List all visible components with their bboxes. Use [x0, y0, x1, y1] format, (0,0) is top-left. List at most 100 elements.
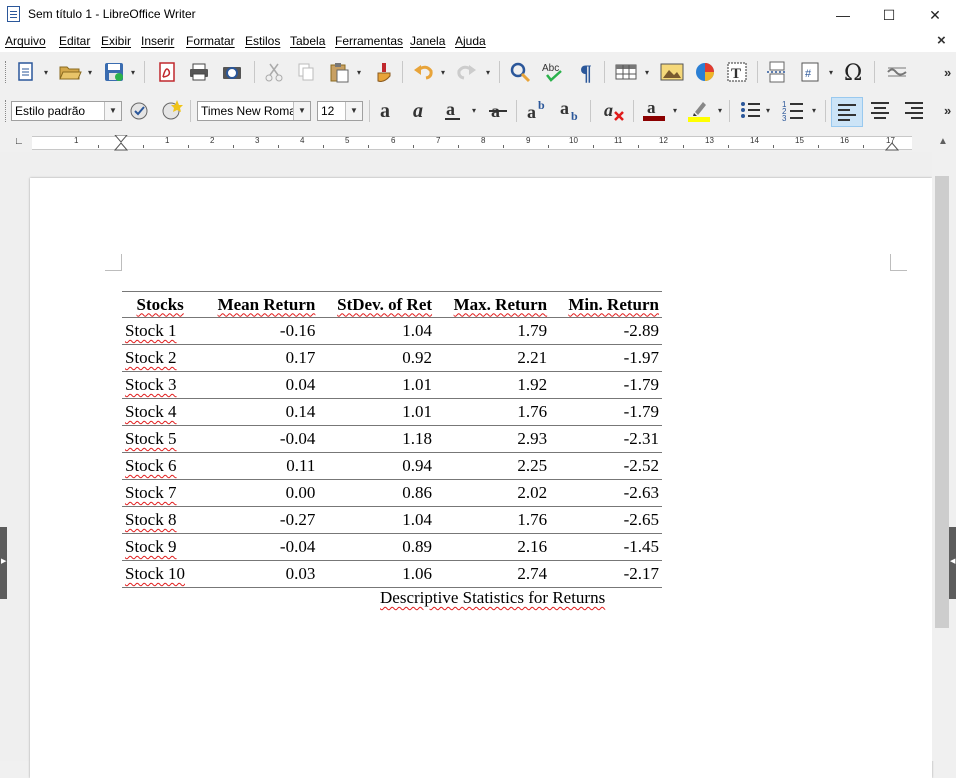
spelling-icon[interactable]: Abc	[541, 60, 565, 84]
cell-mean[interactable]: 0.04	[198, 371, 319, 399]
align-center-icon[interactable]	[868, 98, 892, 122]
cell-max[interactable]: 1.76	[435, 398, 551, 426]
export-pdf-icon[interactable]	[155, 60, 179, 84]
cell-mean[interactable]: -0.27	[198, 506, 319, 534]
insert-page-break-icon[interactable]	[765, 60, 789, 84]
cell-max[interactable]: 2.74	[435, 560, 551, 588]
insert-field-icon[interactable]: #	[798, 60, 822, 84]
close-window-button[interactable]: ✕	[912, 0, 956, 30]
menu-editar[interactable]: Editar	[59, 34, 90, 48]
menu-arquivo[interactable]: Arquivo	[5, 34, 46, 48]
cell-mean[interactable]: 0.11	[198, 452, 319, 480]
right-sidebar-toggle[interactable]: ◀	[949, 527, 956, 599]
cell-min[interactable]: -2.89	[550, 317, 662, 345]
cell-stdev[interactable]: 1.04	[318, 506, 436, 534]
cell-stock[interactable]: Stock 9	[122, 533, 199, 561]
save-icon[interactable]	[102, 60, 126, 84]
numbered-list-icon[interactable]: 123	[781, 98, 805, 122]
italic-icon[interactable]: a	[409, 98, 433, 122]
left-sidebar-toggle[interactable]: ▶	[0, 527, 7, 599]
cell-max[interactable]: 2.21	[435, 344, 551, 372]
open-dropdown-arrow[interactable]: ▾	[88, 69, 96, 77]
more-formatting-chevron-icon[interactable]: »	[944, 103, 951, 118]
new-document-icon[interactable]	[14, 60, 38, 84]
cell-stdev[interactable]: 1.04	[318, 317, 436, 345]
font-color-icon[interactable]: a	[642, 98, 666, 122]
cell-max[interactable]: 2.93	[435, 425, 551, 453]
header-mean-return[interactable]: Mean Return	[198, 291, 319, 318]
cell-max[interactable]: 1.76	[435, 506, 551, 534]
special-character-icon[interactable]: Ω	[843, 60, 867, 84]
cell-stock[interactable]: Stock 4	[122, 398, 199, 426]
descriptive-statistics-table[interactable]: Stocks Mean Return StDev. of Ret Max. Re…	[122, 291, 662, 588]
cell-stdev[interactable]: 1.01	[318, 371, 436, 399]
menu-exibir[interactable]: Exibir	[101, 34, 131, 48]
formatting-marks-icon[interactable]: ¶	[575, 60, 599, 84]
cell-stock[interactable]: Stock 5	[122, 425, 199, 453]
undo-dropdown-arrow[interactable]: ▾	[441, 69, 449, 77]
chevron-down-icon[interactable]: ▼	[104, 102, 121, 120]
print-preview-icon[interactable]	[220, 60, 244, 84]
underline-dropdown-arrow[interactable]: ▾	[472, 107, 480, 115]
cell-stock[interactable]: Stock 10	[122, 560, 199, 588]
paragraph-style-combo[interactable]: Estilo padrão ▼	[11, 101, 122, 121]
cell-min[interactable]: -1.79	[550, 398, 662, 426]
update-style-icon[interactable]	[128, 98, 152, 122]
scrollbar-thumb[interactable]	[935, 176, 949, 628]
bullet-list-icon[interactable]	[738, 98, 762, 122]
cell-min[interactable]: -2.17	[550, 560, 662, 588]
chevron-down-icon[interactable]: ▼	[293, 102, 310, 120]
cell-stdev[interactable]: 0.89	[318, 533, 436, 561]
highlight-dropdown-arrow[interactable]: ▾	[718, 107, 726, 115]
maximize-button[interactable]: ☐	[866, 0, 912, 30]
close-document-button[interactable]: ×	[937, 32, 946, 49]
paste-icon[interactable]	[327, 60, 351, 84]
cell-max[interactable]: 2.25	[435, 452, 551, 480]
cell-stdev[interactable]: 1.01	[318, 398, 436, 426]
open-folder-icon[interactable]	[58, 60, 82, 84]
table-caption[interactable]: Descriptive Statistics for Returns	[380, 588, 605, 608]
menu-janela[interactable]: Janela	[410, 34, 445, 48]
insert-table-icon[interactable]	[614, 60, 638, 84]
print-icon[interactable]	[187, 60, 211, 84]
cell-stock[interactable]: Stock 6	[122, 452, 199, 480]
vertical-scrollbar[interactable]: ▲	[932, 132, 956, 761]
undo-icon[interactable]	[411, 60, 435, 84]
document-area[interactable]: Stocks Mean Return StDev. of Ret Max. Re…	[0, 152, 932, 778]
track-changes-icon[interactable]	[885, 60, 909, 84]
paste-dropdown-arrow[interactable]: ▾	[357, 69, 365, 77]
horizontal-ruler[interactable]: ∟ 1 1 2 3 4 5 6 7 8 9 10 11 12 13 14 15 …	[0, 132, 932, 152]
cell-min[interactable]: -1.45	[550, 533, 662, 561]
cell-stock[interactable]: Stock 1	[122, 317, 199, 345]
menu-estilos[interactable]: Estilos	[245, 34, 280, 48]
clear-formatting-icon[interactable]: a	[602, 98, 626, 122]
insert-text-box-icon[interactable]: T	[725, 60, 749, 84]
chevron-down-icon[interactable]: ▼	[345, 102, 362, 120]
document-page[interactable]: Stocks Mean Return StDev. of Ret Max. Re…	[30, 178, 932, 778]
cell-stock[interactable]: Stock 2	[122, 344, 199, 372]
toolbar-grip[interactable]	[5, 100, 9, 122]
menu-tabela[interactable]: Tabela	[290, 34, 325, 48]
cell-mean[interactable]: 0.14	[198, 398, 319, 426]
cell-stock[interactable]: Stock 3	[122, 371, 199, 399]
cell-mean[interactable]: 0.03	[198, 560, 319, 588]
subscript-icon[interactable]: ab	[559, 98, 583, 122]
table-dropdown-arrow[interactable]: ▾	[645, 69, 653, 77]
bullet-list-dropdown-arrow[interactable]: ▾	[766, 107, 774, 115]
cell-mean[interactable]: -0.04	[198, 533, 319, 561]
clone-formatting-icon[interactable]	[372, 60, 396, 84]
redo-dropdown-arrow[interactable]: ▾	[486, 69, 494, 77]
cell-min[interactable]: -1.97	[550, 344, 662, 372]
cell-stock[interactable]: Stock 8	[122, 506, 199, 534]
underline-icon[interactable]: a	[441, 98, 465, 122]
cell-mean[interactable]: 0.17	[198, 344, 319, 372]
align-left-button-active[interactable]	[831, 97, 863, 127]
cell-mean[interactable]: -0.04	[198, 425, 319, 453]
cell-stdev[interactable]: 0.92	[318, 344, 436, 372]
menu-formatar[interactable]: Formatar	[186, 34, 235, 48]
toolbar-grip[interactable]	[5, 61, 9, 83]
cell-min[interactable]: -2.63	[550, 479, 662, 507]
redo-icon[interactable]	[455, 60, 479, 84]
cell-stdev[interactable]: 0.94	[318, 452, 436, 480]
header-stocks[interactable]: Stocks	[122, 291, 199, 318]
